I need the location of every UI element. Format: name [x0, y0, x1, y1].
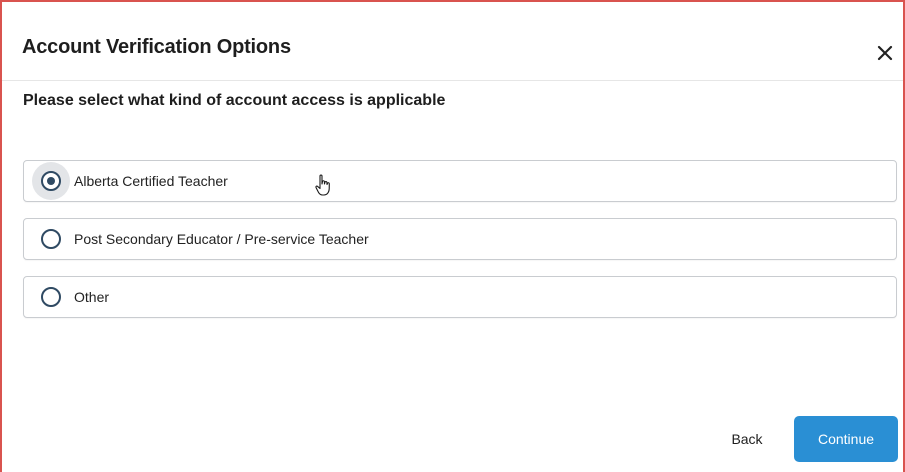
back-button[interactable]: Back — [716, 420, 778, 458]
dialog-title: Account Verification Options — [22, 36, 291, 58]
option-label: Post Secondary Educator / Pre-service Te… — [74, 231, 369, 247]
dialog-subtitle: Please select what kind of account acces… — [23, 92, 446, 109]
radio-button[interactable] — [41, 287, 61, 307]
radio-button-selected[interactable] — [32, 162, 70, 200]
radio-dot — [47, 177, 55, 185]
option-label: Other — [74, 289, 110, 305]
continue-button[interactable]: Continue — [794, 416, 898, 462]
option-label: Alberta Certified Teacher — [74, 173, 228, 189]
radio-circle — [41, 287, 61, 307]
option-other[interactable]: Other — [23, 276, 897, 318]
radio-button[interactable] — [41, 229, 61, 249]
close-icon — [877, 45, 893, 61]
radio-circle — [41, 229, 61, 249]
option-post-secondary-educator[interactable]: Post Secondary Educator / Pre-service Te… — [23, 218, 897, 260]
option-alberta-certified-teacher[interactable]: Alberta Certified Teacher — [23, 160, 897, 202]
radio-circle — [41, 171, 61, 191]
account-verification-dialog: Account Verification Options Please sele… — [0, 0, 905, 472]
close-button[interactable] — [874, 42, 896, 64]
header-divider — [2, 80, 903, 81]
